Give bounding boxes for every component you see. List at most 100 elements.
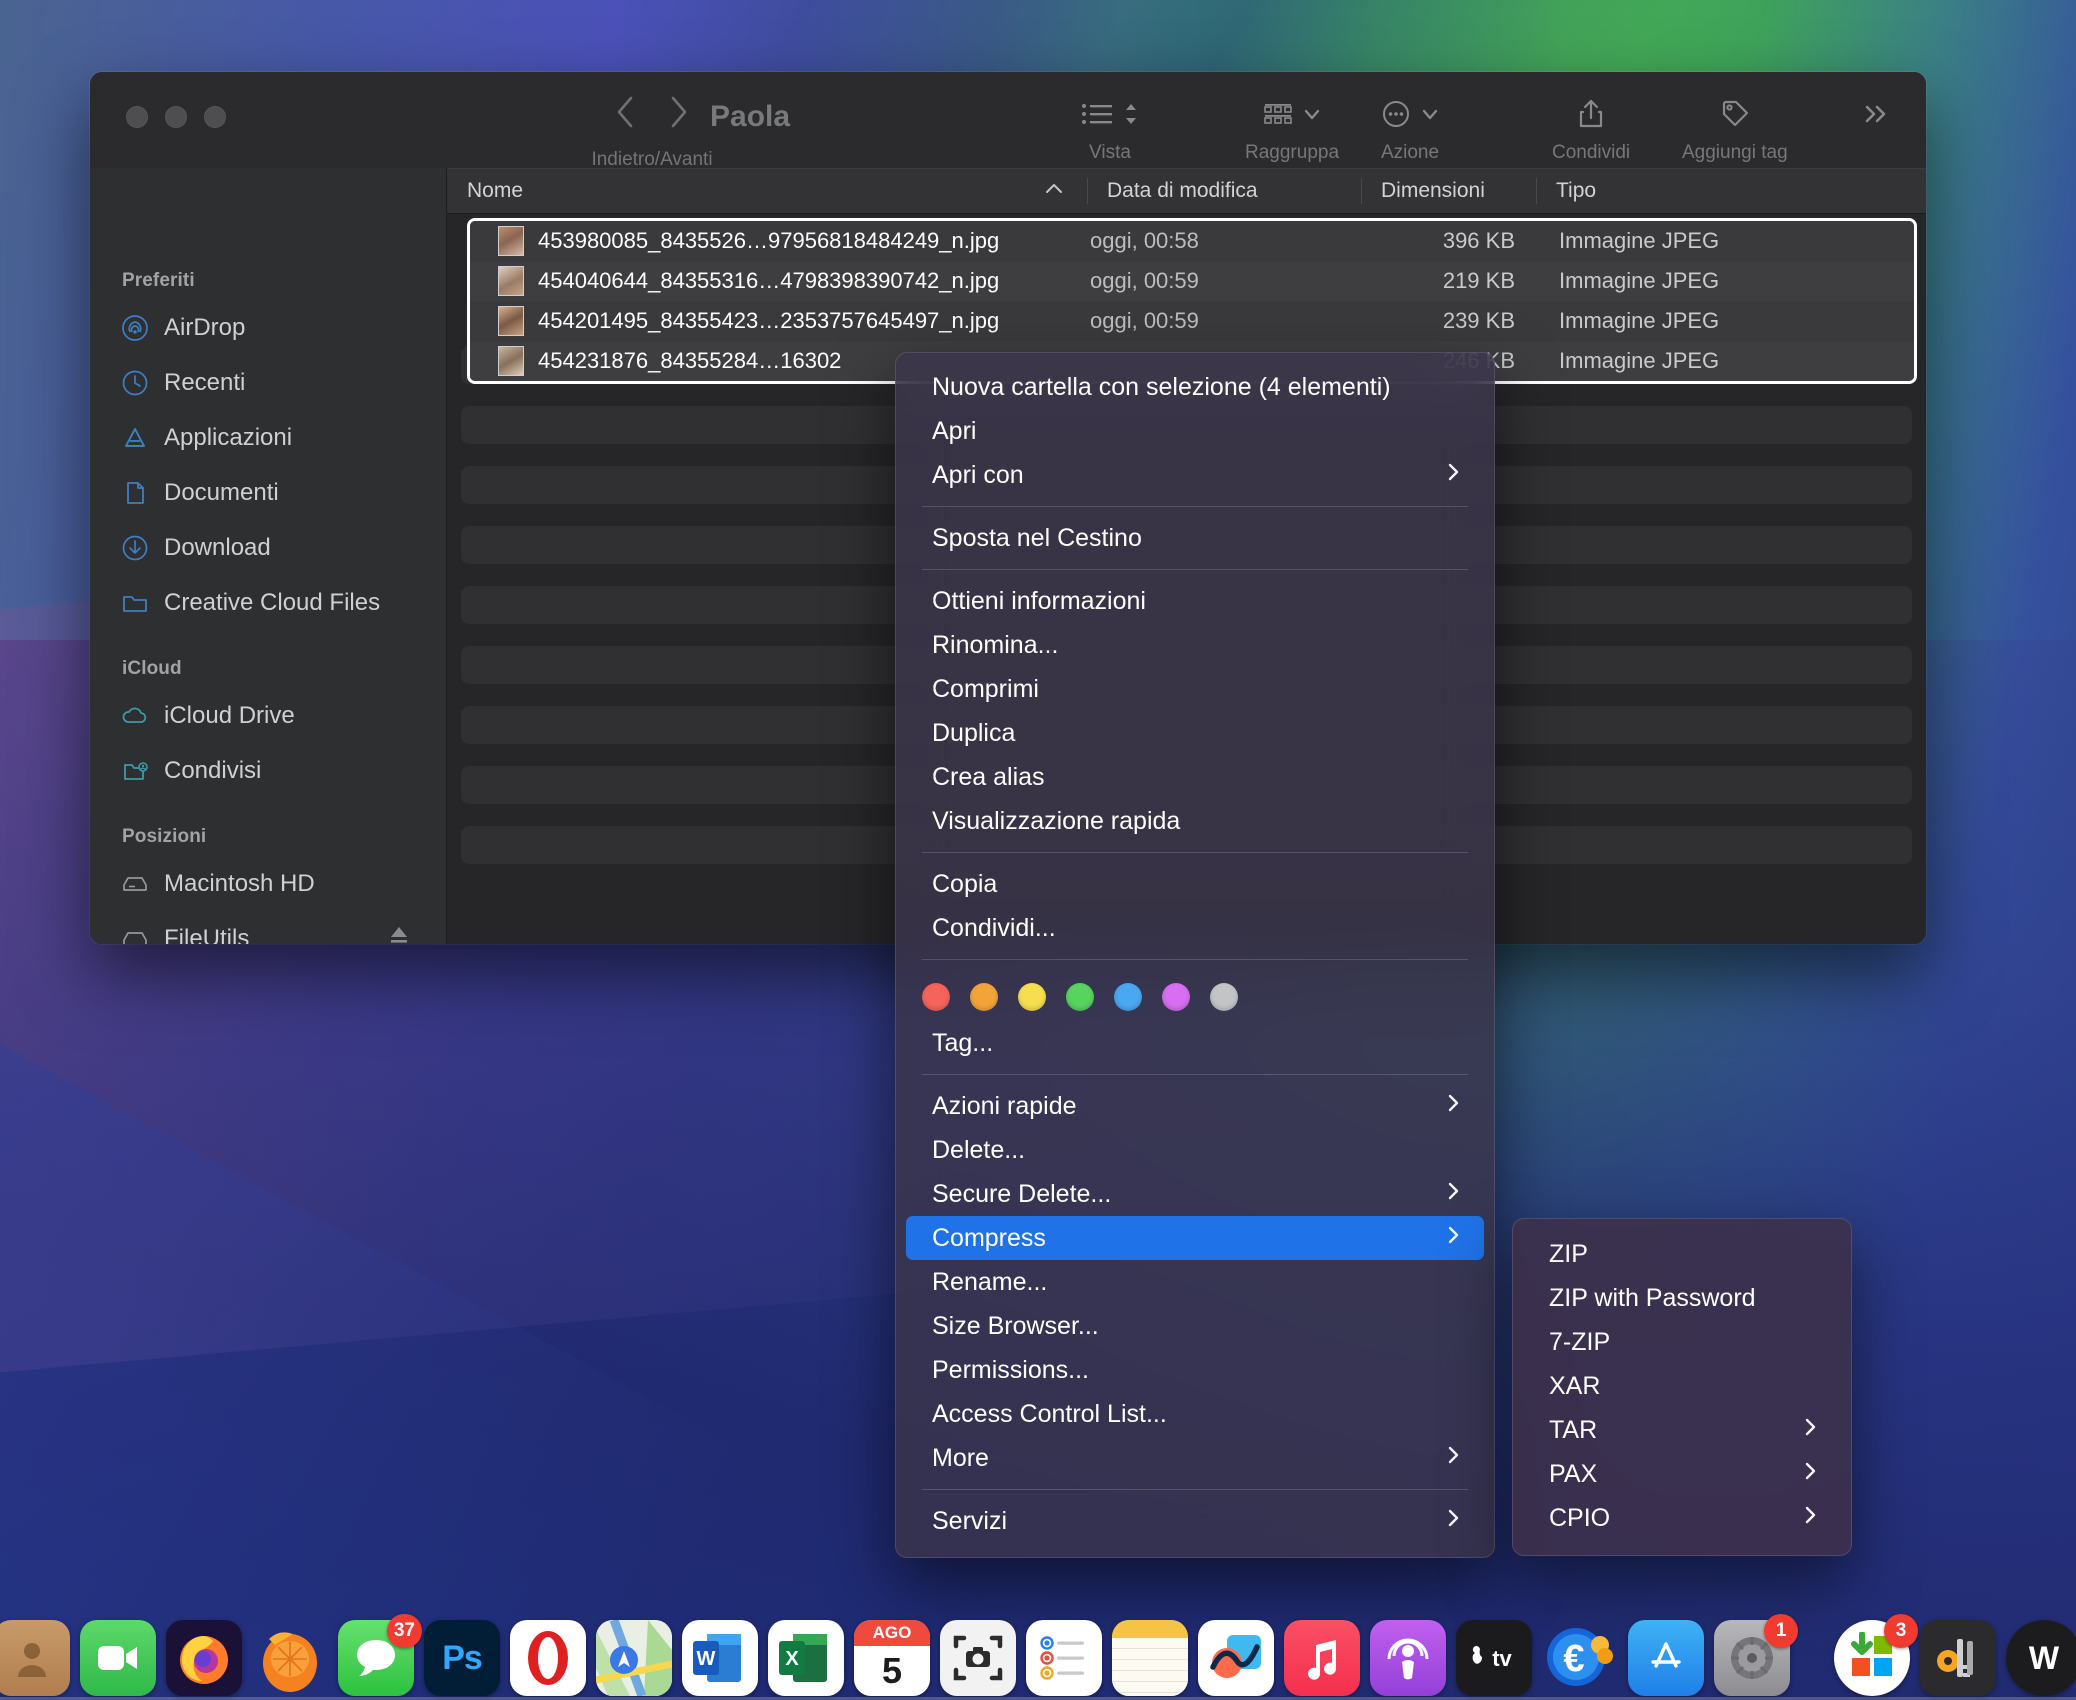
sidebar-item-label: iCloud Drive [164,702,295,730]
dock-item-system-preferences[interactable]: 1 [1714,1620,1790,1696]
sidebar-item-label: Creative Cloud Files [164,589,380,617]
table-row[interactable]: 453980085_8435526…97956818484249_n.jpg o… [470,221,1914,261]
column-header-nome[interactable]: Nome [447,169,1087,213]
menu-item-visualizzazione-rapida[interactable]: Visualizzazione rapida [906,799,1484,843]
tag-color-gray[interactable] [1210,983,1238,1011]
dock-item-word[interactable]: W [682,1620,758,1696]
dock-item-calendar[interactable]: AGO 5 [854,1620,930,1696]
toolbar-addtag-button[interactable]: Aggiungi tag [1682,94,1788,164]
document-icon [120,478,150,508]
dock-item-opera[interactable] [510,1620,586,1696]
menu-item-delete[interactable]: Delete... [906,1128,1484,1172]
sidebar-item-fileutils[interactable]: FileUtils [90,911,446,944]
menu-item-rinomina[interactable]: Rinomina... [906,623,1484,667]
close-button[interactable] [126,106,148,128]
sidebar-item-airdrop[interactable]: AirDrop [90,300,446,355]
dock-item-apple-tv[interactable]: tv [1456,1620,1532,1696]
sidebar-item-creative-cloud-files[interactable]: Creative Cloud Files [90,575,446,630]
minimize-button[interactable] [165,106,187,128]
sidebar-item-documenti[interactable]: Documenti [90,465,446,520]
shared-folder-icon [120,756,150,786]
menu-item-secure-delete[interactable]: Secure Delete... [906,1172,1484,1216]
dock-item-reminders[interactable] [1026,1620,1102,1696]
dock-item-excel[interactable]: X [768,1620,844,1696]
dock-item-screenshot[interactable] [940,1620,1016,1696]
toolbar-overflow-button[interactable] [1860,94,1894,134]
sidebar-header-preferiti: Preferiti [90,264,446,300]
sidebar-item-applicazioni[interactable]: Applicazioni [90,410,446,465]
column-header-data[interactable]: Data di modifica [1087,169,1361,213]
forward-chevron-right-icon[interactable] [666,92,692,137]
menu-item-new-folder-with-selection[interactable]: Nuova cartella con selezione (4 elementi… [906,365,1484,409]
menu-item-permissions[interactable]: Permissions... [906,1348,1484,1392]
dock-item-facetime[interactable] [80,1620,156,1696]
eject-icon[interactable] [386,922,412,944]
dock-item-messages[interactable]: 37 [338,1620,414,1696]
menu-item-rename[interactable]: Rename... [906,1260,1484,1304]
submenu-item-pax[interactable]: PAX [1523,1452,1841,1496]
toolbar-group-button[interactable]: Raggruppa [1245,94,1339,164]
dock: 37 Ps [0,1604,2076,1700]
dock-item-podcasts[interactable] [1370,1620,1446,1696]
menu-item-crea-alias[interactable]: Crea alias [906,755,1484,799]
table-row[interactable]: 454040644_84355316…4798398390742_n.jpg o… [470,261,1914,301]
toolbar-view-button[interactable]: Vista [1080,94,1140,164]
menu-item-copia[interactable]: Copia [906,862,1484,906]
dock-item-firefox[interactable] [166,1620,242,1696]
sidebar-item-condivisi[interactable]: Condivisi [90,743,446,798]
tag-color-orange[interactable] [970,983,998,1011]
table-row[interactable]: 454201495_84355423…2353757645497_n.jpg o… [470,301,1914,341]
menu-item-access-control-list[interactable]: Access Control List... [906,1392,1484,1436]
submenu-item-zip[interactable]: ZIP [1523,1232,1841,1276]
submenu-item-xar[interactable]: XAR [1523,1364,1841,1408]
submenu-item-cpio[interactable]: CPIO [1523,1496,1841,1540]
zoom-button[interactable] [204,106,226,128]
tag-color-red[interactable] [922,983,950,1011]
list-view-icon [1080,94,1140,134]
svg-text:W: W [697,1648,716,1670]
column-header-dimensioni[interactable]: Dimensioni [1361,169,1536,213]
menu-item-tag[interactable]: Tag... [906,1021,1484,1065]
menu-item-azioni-rapide[interactable]: Azioni rapide [906,1084,1484,1128]
dock-item-orange-app[interactable] [252,1620,328,1696]
dock-item-music[interactable] [1284,1620,1360,1696]
chevron-right-icon [1444,1090,1462,1123]
dock-item-wacom[interactable]: W [2006,1620,2076,1696]
dock-item-microsoft-download[interactable]: 3 [1834,1620,1910,1696]
menu-item-condividi[interactable]: Condividi... [906,906,1484,950]
dock-item-freeform[interactable] [1198,1620,1274,1696]
submenu-item-zip-with-password[interactable]: ZIP with Password [1523,1276,1841,1320]
dock-item-notes[interactable] [1112,1620,1188,1696]
dock-item-maps[interactable] [596,1620,672,1696]
dock-item-app-store[interactable] [1628,1620,1704,1696]
submenu-item-tar[interactable]: TAR [1523,1408,1841,1452]
menu-item-compress[interactable]: Compress [906,1216,1484,1260]
dock-item-photoshop[interactable]: Ps [424,1620,500,1696]
menu-item-sposta-nel-cestino[interactable]: Sposta nel Cestino [906,516,1484,560]
menu-item-apri[interactable]: Apri [906,409,1484,453]
menu-item-servizi[interactable]: Servizi [906,1499,1484,1543]
submenu-item-7zip[interactable]: 7-ZIP [1523,1320,1841,1364]
sidebar-item-recenti[interactable]: Recenti [90,355,446,410]
menu-item-ottieni-informazioni[interactable]: Ottieni informazioni [906,579,1484,623]
sidebar-item-icloud-drive[interactable]: iCloud Drive [90,688,446,743]
toolbar-action-button[interactable]: Azione [1380,94,1440,164]
back-chevron-left-icon[interactable] [612,92,638,137]
tag-color-blue[interactable] [1114,983,1142,1011]
chevron-right-icon [1801,1414,1819,1447]
menu-item-size-browser[interactable]: Size Browser... [906,1304,1484,1348]
dock-item-contacts[interactable] [0,1620,70,1696]
menu-item-duplica[interactable]: Duplica [906,711,1484,755]
column-header-tipo[interactable]: Tipo [1536,169,1926,213]
tag-color-purple[interactable] [1162,983,1190,1011]
tag-color-yellow[interactable] [1018,983,1046,1011]
sidebar-item-download[interactable]: Download [90,520,446,575]
dock-item-euro-app[interactable]: € [1542,1620,1618,1696]
menu-item-comprimi[interactable]: Comprimi [906,667,1484,711]
dock-item-keychain[interactable] [1920,1620,1996,1696]
sidebar-item-macintosh-hd[interactable]: Macintosh HD [90,856,446,911]
menu-item-more[interactable]: More [906,1436,1484,1480]
menu-item-apri-con[interactable]: Apri con [906,453,1484,497]
toolbar-share-button[interactable]: Condividi [1552,94,1630,164]
tag-color-green[interactable] [1066,983,1094,1011]
